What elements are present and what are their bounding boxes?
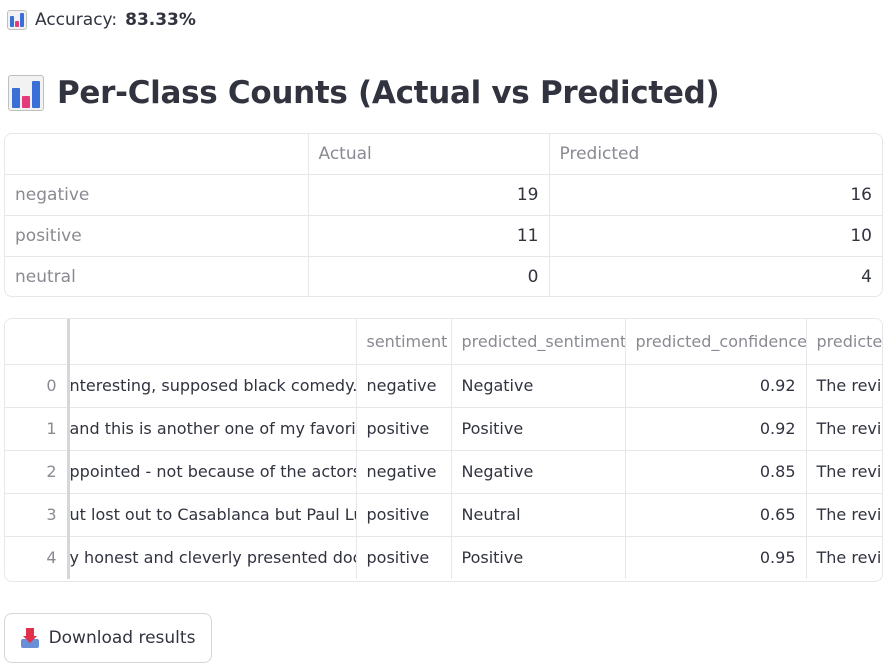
accuracy-value: 83.33%: [125, 10, 196, 30]
predicted-cell[interactable]: 16: [549, 174, 882, 216]
table-row: 3 ut lost out to Casablanca but Paul Luk…: [5, 493, 882, 537]
explanation-cell[interactable]: The revie: [806, 364, 882, 408]
predicted-sentiment-cell[interactable]: Negative: [451, 450, 626, 494]
sentiment-cell[interactable]: positive: [356, 407, 452, 451]
table-row: neutral 0 4: [5, 256, 882, 297]
row-index[interactable]: 2: [5, 450, 70, 494]
accuracy-label: Accuracy:: [35, 10, 118, 30]
predicted-cell[interactable]: 4: [549, 257, 882, 297]
review-cell[interactable]: y honest and cleverly presented docume: [68, 536, 357, 579]
predicted-cell[interactable]: 10: [549, 215, 882, 257]
predicted-sentiment-cell[interactable]: Positive: [451, 536, 626, 579]
table-header-row: sentiment predicted_sentiment predicted_…: [5, 319, 882, 365]
column-header-review[interactable]: [68, 319, 357, 365]
table-row: 4 y honest and cleverly presented docume…: [5, 536, 882, 579]
column-header-predicted-confidence[interactable]: predicted_confidence: [625, 319, 807, 365]
download-results-label: Download results: [48, 628, 196, 648]
table-row: 2 ppointed - not because of the actors, …: [5, 450, 882, 494]
explanation-cell[interactable]: The revie: [806, 450, 882, 494]
page: Accuracy: 83.33% Per-Class Counts (Actua…: [0, 0, 891, 670]
download-results-button[interactable]: Download results: [4, 613, 212, 663]
column-header-actual[interactable]: Actual: [308, 134, 550, 175]
review-cell[interactable]: ppointed - not because of the actors, st…: [68, 450, 357, 494]
predicted-confidence-cell[interactable]: 0.92: [625, 364, 807, 408]
column-header-predicted[interactable]: Predicted: [549, 134, 882, 175]
table-row: 1 and this is another one of my favorite…: [5, 407, 882, 451]
row-index[interactable]: 3: [5, 493, 70, 537]
review-cell[interactable]: nteresting, supposed black comedy. Ess: [68, 364, 357, 408]
table-row: negative 19 16: [5, 174, 882, 216]
sentiment-cell[interactable]: negative: [356, 364, 452, 408]
predicted-confidence-cell[interactable]: 0.92: [625, 407, 807, 451]
predicted-confidence-cell[interactable]: 0.65: [625, 493, 807, 537]
bar-chart-icon: [7, 10, 27, 30]
actual-cell[interactable]: 11: [308, 215, 550, 257]
accuracy-line: Accuracy: 83.33%: [7, 8, 196, 32]
column-header-predicted-sentiment[interactable]: predicted_sentiment: [451, 319, 626, 365]
sentiment-cell[interactable]: positive: [356, 493, 452, 537]
predicted-sentiment-cell[interactable]: Positive: [451, 407, 626, 451]
page-title-text: Per-Class Counts (Actual vs Predicted): [57, 75, 720, 111]
page-title: Per-Class Counts (Actual vs Predicted): [8, 70, 720, 116]
table-row: positive 11 10: [5, 215, 882, 257]
sentiment-cell[interactable]: positive: [356, 536, 452, 579]
row-index[interactable]: 0: [5, 364, 70, 408]
actual-cell[interactable]: 19: [308, 174, 550, 216]
explanation-cell[interactable]: The revie: [806, 493, 882, 537]
predicted-confidence-cell[interactable]: 0.95: [625, 536, 807, 579]
predicted-sentiment-cell[interactable]: Negative: [451, 364, 626, 408]
column-header-predicted-explanation[interactable]: predicted: [806, 319, 882, 365]
review-cell[interactable]: and this is another one of my favorites.…: [68, 407, 357, 451]
predicted-sentiment-cell[interactable]: Neutral: [451, 493, 626, 537]
actual-cell[interactable]: 0: [308, 256, 550, 296]
explanation-cell[interactable]: The revie: [806, 407, 882, 451]
column-header-index[interactable]: [5, 134, 309, 175]
counts-table[interactable]: Actual Predicted negative 19 16 positive…: [4, 133, 883, 297]
table-header-row: Actual Predicted: [5, 134, 882, 175]
explanation-cell[interactable]: The revie: [806, 536, 882, 579]
row-label[interactable]: neutral: [5, 256, 309, 296]
row-index[interactable]: 1: [5, 407, 70, 451]
row-label[interactable]: positive: [5, 215, 309, 257]
column-header-sentiment[interactable]: sentiment: [356, 319, 452, 365]
row-index[interactable]: 4: [5, 536, 70, 579]
sentiment-cell[interactable]: negative: [356, 450, 452, 494]
review-cell[interactable]: ut lost out to Casablanca but Paul Lukas: [68, 493, 357, 537]
column-header-index[interactable]: [5, 319, 70, 365]
predicted-confidence-cell[interactable]: 0.85: [625, 450, 807, 494]
bar-chart-icon: [8, 75, 44, 111]
results-dataframe[interactable]: sentiment predicted_sentiment predicted_…: [4, 318, 883, 582]
inbox-tray-icon: [20, 628, 39, 648]
row-label[interactable]: negative: [5, 174, 309, 216]
table-row: 0 nteresting, supposed black comedy. Ess…: [5, 364, 882, 408]
